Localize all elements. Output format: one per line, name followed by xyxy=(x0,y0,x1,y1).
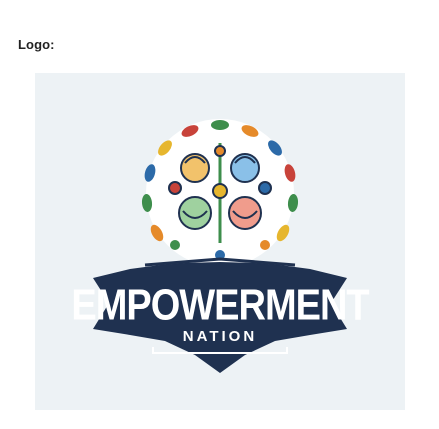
logo-label: Logo: xyxy=(18,37,55,52)
logo-sub-text: NATION xyxy=(182,328,258,345)
flower-wreath-emblem xyxy=(141,119,299,267)
logo-image: EMPOWERMENT NATION xyxy=(35,73,405,410)
logo-main-text: EMPOWERMENT xyxy=(71,281,369,331)
logo-graphic xyxy=(93,119,347,373)
